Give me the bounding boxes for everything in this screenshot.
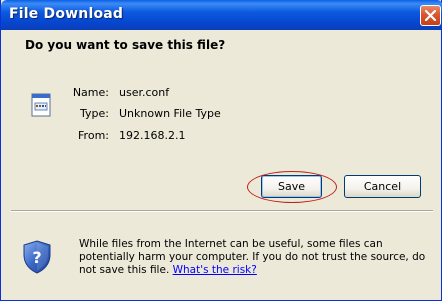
from-label: From: xyxy=(78,129,109,142)
close-button[interactable] xyxy=(420,5,441,26)
cancel-button[interactable]: Cancel xyxy=(344,175,421,198)
divider-highlight xyxy=(11,211,433,212)
unknown-file-icon xyxy=(31,93,51,117)
security-warning: While files from the Internet can be use… xyxy=(79,238,431,277)
type-label: Type: xyxy=(80,107,109,120)
file-download-dialog: File Download Do you want to save this f… xyxy=(0,0,442,301)
title-bar[interactable]: File Download xyxy=(1,0,442,30)
from-value: 192.168.2.1 xyxy=(119,129,186,142)
close-x-icon xyxy=(425,10,436,21)
whats-the-risk-link[interactable]: What's the risk? xyxy=(173,264,257,276)
security-shield-question-icon: ? xyxy=(23,240,51,274)
dialog-question: Do you want to save this file? xyxy=(25,38,226,52)
save-button[interactable]: Save xyxy=(261,175,322,198)
name-value: user.conf xyxy=(119,86,170,99)
svg-text:?: ? xyxy=(32,248,41,267)
type-value: Unknown File Type xyxy=(119,107,221,120)
window-title: File Download xyxy=(9,6,124,22)
name-label: Name: xyxy=(72,86,109,99)
